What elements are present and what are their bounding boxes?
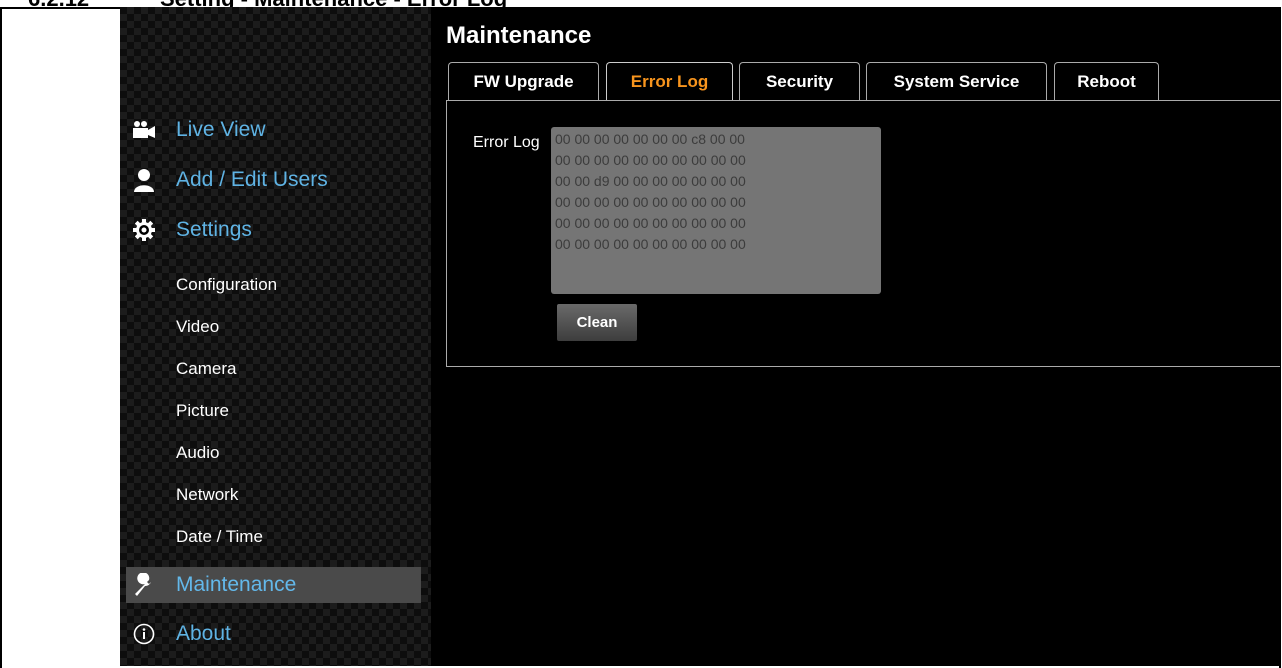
sidebar-item-label: Settings: [176, 218, 252, 241]
sidebar-item-about[interactable]: About: [126, 616, 421, 652]
sidebar-item-label: Add / Edit Users: [176, 168, 328, 191]
wrench-icon: [130, 571, 158, 599]
error-log-line: 00 00 00 00 00 00 00 00 00 00: [555, 236, 746, 252]
user-icon: [130, 166, 158, 194]
sidebar: Live View Add / Edit Users Settings Conf…: [120, 7, 431, 666]
error-log-line: 00 00 d9 00 00 00 00 00 00 00: [555, 173, 746, 189]
sidebar-item-maintenance[interactable]: Maintenance: [126, 567, 421, 603]
tab-error-log[interactable]: Error Log: [606, 62, 733, 101]
error-log-line: 00 00 00 00 00 00 00 c8 00 00: [555, 131, 745, 147]
page-title: Maintenance: [446, 22, 592, 49]
sidebar-item-label: Live View: [176, 118, 266, 141]
tab-security[interactable]: Security: [739, 62, 860, 101]
sidebar-subitem-video[interactable]: Video: [176, 317, 219, 337]
sidebar-item-live-view[interactable]: Live View: [126, 112, 421, 148]
sidebar-subitem-network[interactable]: Network: [176, 485, 238, 505]
tab-fw-upgrade[interactable]: FW Upgrade: [448, 62, 599, 101]
main-content: Maintenance FW Upgrade Error Log Securit…: [446, 7, 1280, 666]
tab-system-service[interactable]: System Service: [866, 62, 1047, 101]
sidebar-subitem-date-time[interactable]: Date / Time: [176, 527, 263, 547]
info-icon: [130, 620, 158, 648]
clean-button[interactable]: Clean: [557, 304, 637, 341]
sidebar-item-label: About: [176, 622, 231, 645]
sidebar-item-settings[interactable]: Settings: [126, 212, 421, 248]
gear-icon: [130, 216, 158, 244]
video-camera-icon: [130, 116, 158, 144]
sidebar-subitem-configuration[interactable]: Configuration: [176, 275, 277, 295]
sidebar-subitem-picture[interactable]: Picture: [176, 401, 229, 421]
tab-reboot[interactable]: Reboot: [1054, 62, 1159, 101]
error-log-line: 00 00 00 00 00 00 00 00 00 00: [555, 152, 746, 168]
sidebar-subitem-camera[interactable]: Camera: [176, 359, 236, 379]
error-log-label: Error Log: [473, 134, 540, 151]
error-log-panel: Error Log 00 00 00 00 00 00 00 c8 00 00 …: [446, 100, 1280, 367]
camera-web-ui: Live View Add / Edit Users Settings Conf…: [120, 7, 1280, 666]
error-log-line: 00 00 00 00 00 00 00 00 00 00: [555, 194, 746, 210]
sidebar-item-label: Maintenance: [176, 573, 297, 596]
error-log-line: 00 00 00 00 00 00 00 00 00 00: [555, 215, 746, 231]
sidebar-item-add-edit-users[interactable]: Add / Edit Users: [126, 162, 421, 198]
error-log-textarea[interactable]: 00 00 00 00 00 00 00 c8 00 00 00 00 00 0…: [551, 127, 881, 294]
sidebar-subitem-audio[interactable]: Audio: [176, 443, 219, 463]
